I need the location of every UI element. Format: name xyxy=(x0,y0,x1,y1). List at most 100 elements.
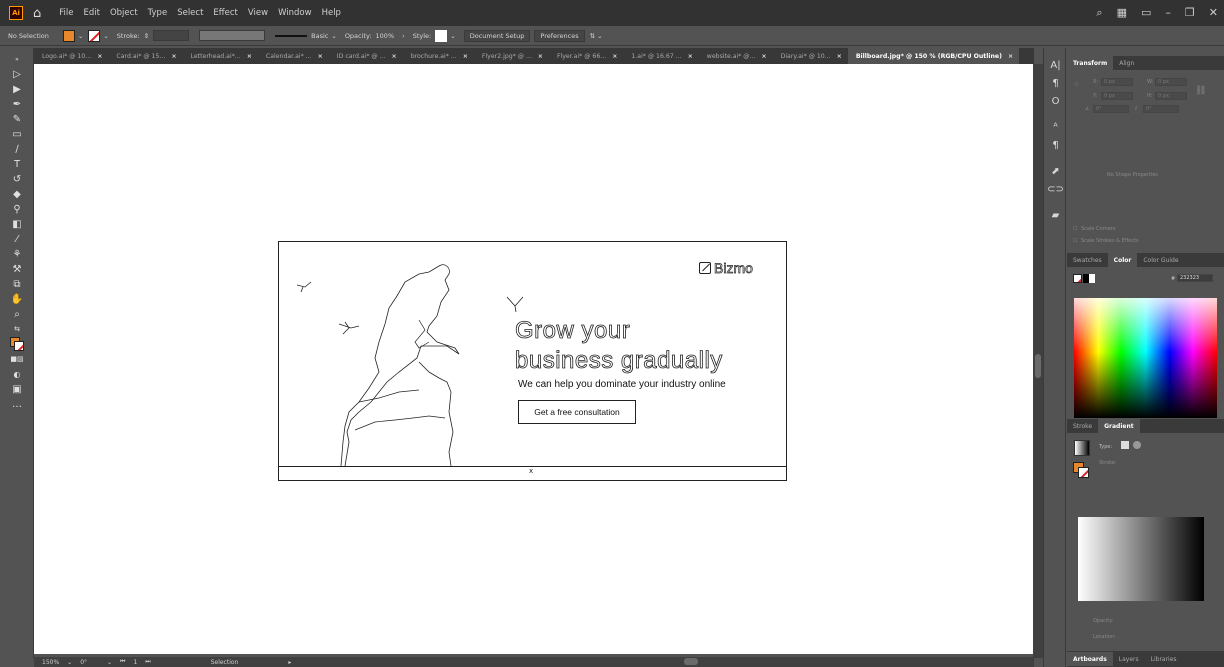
more-tools-icon[interactable]: … xyxy=(6,397,28,411)
paragraph-styles-icon[interactable]: ¶ xyxy=(1044,136,1067,154)
tab-gradient[interactable]: Gradient xyxy=(1098,419,1140,433)
rotation-value[interactable]: 0° xyxy=(80,659,87,666)
tab-id-card[interactable]: ID card.ai* @ ... × xyxy=(329,48,403,64)
paragraph-icon[interactable]: ¶ xyxy=(1044,74,1067,92)
chevron-down-icon[interactable]: ⌄ xyxy=(450,32,455,40)
rotate-tool-icon[interactable]: ↺ xyxy=(6,172,28,186)
menu-type[interactable]: Type xyxy=(148,8,168,18)
brush-tool-icon[interactable]: ∕ xyxy=(6,142,28,156)
linear-gradient-icon[interactable] xyxy=(1121,441,1129,449)
curvature-tool-icon[interactable]: ✎ xyxy=(6,112,28,126)
variable-width-dropdown[interactable] xyxy=(199,30,266,41)
tab-diary[interactable]: Diary.ai* @ 10... × xyxy=(773,48,848,64)
tab-calendar[interactable]: Calendar.ai* ... × xyxy=(258,48,329,64)
chevron-down-icon[interactable]: ⌄ xyxy=(103,32,108,40)
menu-object[interactable]: Object xyxy=(110,8,138,18)
chevron-down-icon[interactable]: ⌄ xyxy=(67,659,72,666)
gradient-slider[interactable] xyxy=(1078,517,1204,601)
color-spectrum[interactable] xyxy=(1074,298,1217,418)
constrain-link-icon[interactable]: ⛓ xyxy=(1195,86,1206,96)
close-icon[interactable]: × xyxy=(538,53,543,60)
close-icon[interactable]: × xyxy=(463,53,468,60)
drawing-mode-icon[interactable]: ◐ xyxy=(6,367,28,381)
direct-selection-tool-icon[interactable]: ▶ xyxy=(6,82,28,96)
fill-stroke-icon[interactable] xyxy=(1073,462,1091,480)
gradient-preview[interactable] xyxy=(1074,440,1090,456)
character-styles-icon[interactable]: ᴬ xyxy=(1044,118,1067,136)
vertical-scrollbar[interactable] xyxy=(1033,64,1043,658)
horizontal-scroll-thumb[interactable] xyxy=(684,658,698,665)
document-setup-button[interactable]: Document Setup xyxy=(463,29,531,42)
tab-artboards[interactable]: Artboards xyxy=(1067,652,1113,666)
tab-letterhead[interactable]: Letterhead.ai*... × xyxy=(183,48,258,64)
opacity-value[interactable]: 100% xyxy=(376,32,395,40)
rectangle-tool-icon[interactable]: ▭ xyxy=(6,127,28,141)
symbol-sprayer-tool-icon[interactable]: ⚒ xyxy=(6,262,28,276)
tab-flyer2[interactable]: Flyer2.jpg* @ ... × xyxy=(474,48,549,64)
close-icon[interactable]: × xyxy=(97,53,102,60)
tab-flyer[interactable]: Flyer.ai* @ 66... × xyxy=(549,48,623,64)
minimize-icon[interactable]: – xyxy=(1165,6,1171,20)
stroke-stepper[interactable]: ⇕ xyxy=(144,32,149,40)
tab-brochure[interactable]: brochure.ai* ... × xyxy=(403,48,474,64)
character-icon[interactable]: A| xyxy=(1044,56,1067,74)
eyedropper-tool-icon[interactable]: ⁄ xyxy=(6,232,28,246)
tab-stroke[interactable]: Stroke xyxy=(1067,419,1098,433)
comments-icon[interactable]: ▰ xyxy=(1044,206,1067,224)
close-icon[interactable]: × xyxy=(171,53,176,60)
restore-icon[interactable]: ❐ xyxy=(1185,6,1195,20)
tab-transform[interactable]: Transform xyxy=(1067,56,1114,70)
scale-corners-checkbox[interactable]: ☐ xyxy=(1073,226,1077,232)
shear-field[interactable]: 0° xyxy=(1143,105,1179,113)
home-icon[interactable]: ⌂ xyxy=(33,6,41,21)
menu-file[interactable]: File xyxy=(59,8,73,18)
tab-billboard[interactable]: Billboard.jpg* @ 150 % (RGB/CPU Outline)… xyxy=(847,48,1020,64)
blend-tool-icon[interactable]: ⚘ xyxy=(6,247,28,261)
swap-colors-icon[interactable]: ⇆ xyxy=(6,322,28,336)
tab-color[interactable]: Color xyxy=(1107,253,1138,267)
opacity-label[interactable]: Opacity: xyxy=(345,32,372,40)
tab-align[interactable]: Align xyxy=(1113,56,1140,70)
white-swatch[interactable] xyxy=(1089,274,1095,283)
artboard[interactable]: Bizmo Grow your business gradually We ca… xyxy=(278,241,787,481)
chevron-down-icon[interactable]: ⌄ xyxy=(107,659,112,666)
close-icon[interactable]: × xyxy=(247,53,252,60)
tab-logo[interactable]: Logo.ai* @ 10... × xyxy=(34,48,108,64)
workspace-icon[interactable]: ▦ xyxy=(1117,6,1127,20)
tab-card[interactable]: Card.ai* @ 15... × xyxy=(108,48,182,64)
opentype-icon[interactable]: O xyxy=(1044,92,1067,110)
brush-dropdown[interactable]: Basic xyxy=(311,32,328,40)
none-swatch[interactable] xyxy=(1073,274,1082,283)
menu-effect[interactable]: Effect xyxy=(213,8,237,18)
chevron-down-icon[interactable]: ⌄ xyxy=(331,32,336,40)
close-icon[interactable]: × xyxy=(837,53,842,60)
pen-tool-icon[interactable]: ✒ xyxy=(6,97,28,111)
tab-layers[interactable]: Layers xyxy=(1113,652,1145,666)
tab-website[interactable]: website.ai* @... × xyxy=(699,48,773,64)
arrange-icon[interactable]: ▭ xyxy=(1141,6,1151,20)
close-icon[interactable]: × xyxy=(761,53,766,60)
scroll-thumb[interactable] xyxy=(1035,354,1041,378)
rotate-field[interactable]: 0° xyxy=(1093,105,1129,113)
menu-edit[interactable]: Edit xyxy=(84,8,100,18)
fill-swatch[interactable] xyxy=(62,29,75,42)
tab-swatches[interactable]: Swatches xyxy=(1067,253,1108,267)
reference-point-icon[interactable]: ⁘ xyxy=(1073,80,1080,89)
menu-view[interactable]: View xyxy=(248,8,268,18)
arrange-documents-icon[interactable]: ⇅ xyxy=(590,32,595,40)
export-icon[interactable]: ⬈ xyxy=(1044,162,1067,180)
stroke-weight-dropdown[interactable] xyxy=(153,30,190,41)
links-icon[interactable]: ⊂⊃ xyxy=(1044,180,1067,198)
type-tool-icon[interactable]: T xyxy=(6,157,28,171)
h-field[interactable]: 0 px xyxy=(1155,92,1187,100)
preferences-button[interactable]: Preferences xyxy=(534,29,585,42)
menu-select[interactable]: Select xyxy=(177,8,203,18)
hex-field[interactable]: 232323 xyxy=(1177,274,1213,282)
prev-artboard-icon[interactable]: ⏮ xyxy=(120,658,125,666)
fill-stroke-icon[interactable] xyxy=(6,337,28,351)
stroke-swatch[interactable] xyxy=(88,29,101,42)
zoom-level[interactable]: 150% xyxy=(42,659,59,666)
close-icon[interactable]: × xyxy=(318,53,323,60)
menu-window[interactable]: Window xyxy=(278,8,312,18)
tab-color-guide[interactable]: Color Guide xyxy=(1137,253,1184,267)
